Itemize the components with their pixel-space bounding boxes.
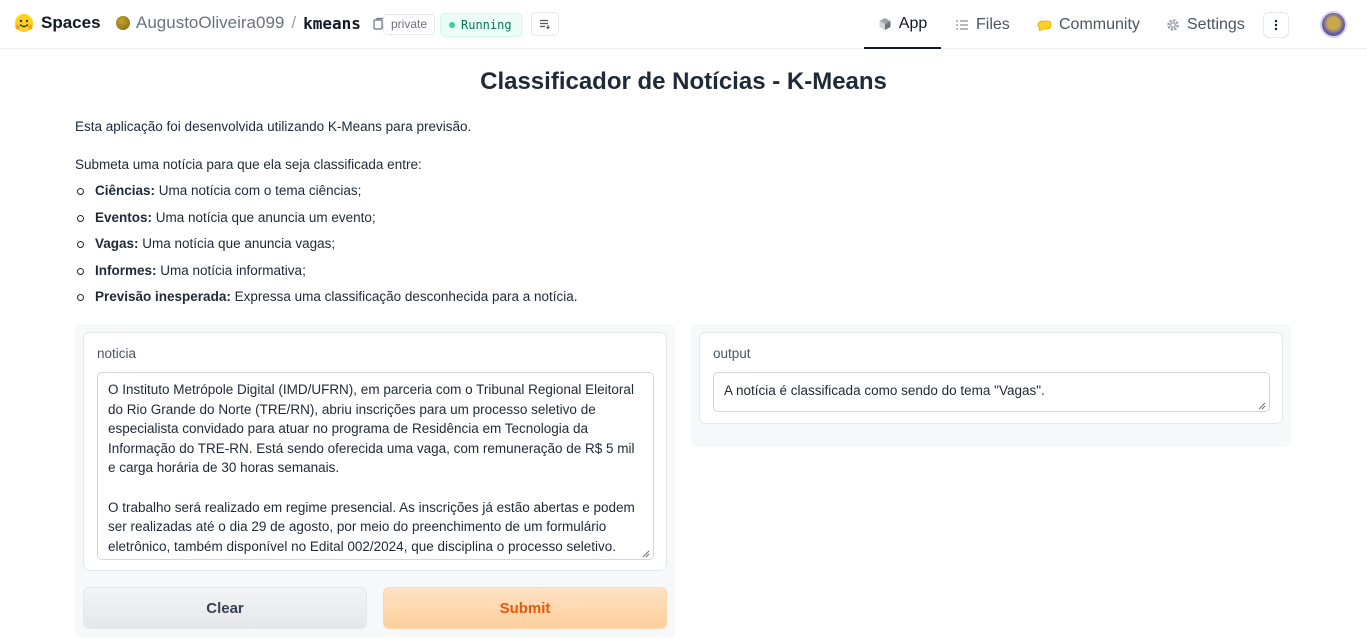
tab-files[interactable]: Files bbox=[955, 0, 1010, 49]
tab-files-label: Files bbox=[976, 15, 1010, 33]
resize-handle-icon[interactable] bbox=[1258, 402, 1266, 410]
top-navbar: Spaces AugustoOliveira099 / kmeans priva… bbox=[0, 0, 1367, 49]
categories-intro: Submeta uma notícia para que ela seja cl… bbox=[75, 157, 422, 172]
category-text: Uma notícia que anuncia um evento; bbox=[152, 209, 376, 225]
noticia-block: noticia O Instituto Metrópole Digital (I… bbox=[83, 332, 667, 571]
clear-button[interactable]: Clear bbox=[83, 587, 367, 629]
category-name: Previsão inesperada: bbox=[95, 289, 231, 305]
vertical-dots-icon bbox=[1274, 19, 1278, 31]
resize-handle-icon[interactable] bbox=[642, 550, 650, 558]
noticia-textarea[interactable]: O Instituto Metrópole Digital (IMD/UFRN)… bbox=[97, 372, 654, 560]
tab-app[interactable]: App bbox=[864, 0, 941, 49]
category-text: Expressa uma classificação desconhecida … bbox=[230, 289, 578, 305]
tab-app-label: App bbox=[898, 14, 928, 32]
category-name: Informes: bbox=[95, 262, 157, 278]
space-breadcrumb: AugustoOliveira099 / kmeans bbox=[116, 13, 386, 33]
logs-button[interactable] bbox=[531, 12, 559, 36]
tab-settings-label: Settings bbox=[1187, 15, 1245, 33]
breadcrumb-separator: / bbox=[291, 13, 297, 32]
output-textbox[interactable]: A notícia é classificada como sendo do t… bbox=[713, 372, 1270, 412]
list-item: Eventos: Uma notícia que anuncia um even… bbox=[75, 209, 578, 236]
files-icon bbox=[956, 19, 968, 30]
list-item: Informes: Uma notícia informativa; bbox=[75, 262, 578, 289]
status-badge[interactable]: Running bbox=[440, 13, 522, 37]
category-text: Uma notícia com o tema ciências; bbox=[155, 183, 362, 198]
repo-link[interactable]: kmeans bbox=[303, 14, 361, 33]
tab-settings[interactable]: Settings bbox=[1166, 0, 1245, 49]
list-item: Vagas: Uma notícia que anuncia vagas; bbox=[75, 235, 578, 262]
submit-button[interactable]: Submit bbox=[383, 587, 667, 629]
output-block: output A notícia é classificada como sen… bbox=[699, 332, 1283, 424]
tab-community[interactable]: Community bbox=[1036, 0, 1140, 49]
category-text: Uma notícia que anuncia vagas; bbox=[138, 236, 336, 252]
logs-icon bbox=[540, 19, 550, 29]
cube-icon bbox=[879, 17, 891, 30]
app-description: Esta aplicação foi desenvolvida utilizan… bbox=[75, 119, 472, 134]
brand-name: Spaces bbox=[41, 13, 101, 32]
owner-avatar bbox=[116, 16, 130, 30]
category-text: Uma notícia informativa; bbox=[156, 262, 306, 278]
more-options-button[interactable] bbox=[1263, 12, 1289, 38]
tab-community-label: Community bbox=[1059, 15, 1140, 33]
output-label: output bbox=[713, 346, 751, 361]
noticia-label: noticia bbox=[97, 346, 137, 361]
category-name: Vagas: bbox=[95, 236, 139, 252]
page-title: Classificador de Notícias - K-Means bbox=[480, 68, 887, 95]
gear-icon bbox=[1167, 18, 1179, 31]
status-label: Running bbox=[461, 18, 512, 32]
list-item: Previsão inesperada: Expressa uma classi… bbox=[75, 288, 578, 315]
category-name: Eventos: bbox=[95, 209, 153, 225]
category-name: Ciências: bbox=[95, 183, 156, 198]
owner-link[interactable]: AugustoOliveira099 bbox=[136, 13, 284, 33]
list-item: Ciências: Uma notícia com o tema ciência… bbox=[75, 182, 578, 209]
running-status-dot bbox=[449, 22, 455, 28]
visibility-badge: private bbox=[383, 14, 436, 35]
spaces-home-link[interactable]: Spaces bbox=[14, 13, 101, 33]
categories-list: Ciências: Uma notícia com o tema ciência… bbox=[75, 182, 578, 315]
hugging-face-logo-icon bbox=[15, 14, 33, 32]
community-icon bbox=[1037, 20, 1052, 31]
user-avatar[interactable] bbox=[1320, 11, 1347, 38]
